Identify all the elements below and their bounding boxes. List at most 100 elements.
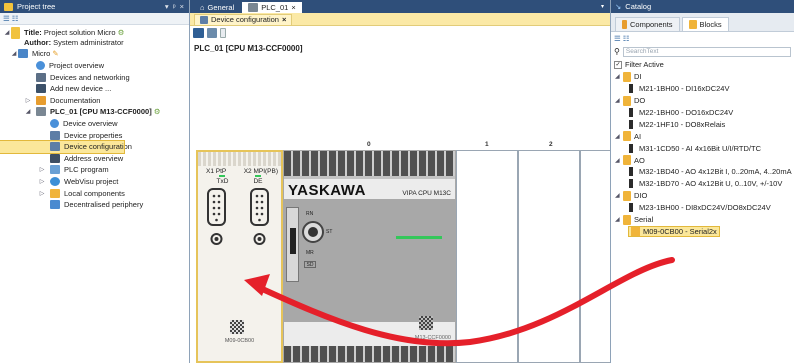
close-icon[interactable]: × [291, 3, 295, 12]
tree-item-micro[interactable]: ◢ Micro ✎ [0, 48, 189, 60]
close-icon[interactable]: × [282, 15, 286, 24]
tree-item-devices-networking[interactable]: Devices and networking [0, 71, 189, 83]
catalog-group[interactable]: ◢ DO [611, 95, 794, 107]
sd-card-label: SD [304, 261, 316, 268]
image-view-icon[interactable] [207, 28, 217, 38]
address-icon [50, 153, 60, 163]
tree-item-address-overview[interactable]: Address overview [0, 153, 189, 165]
catalog-item-label: DIO [634, 191, 648, 201]
tab-label: Components [630, 20, 673, 29]
collapse-arrow-icon[interactable]: ◢ [615, 133, 623, 140]
module-icon [629, 179, 633, 189]
tab-menu-icon[interactable]: ▾ [601, 3, 610, 10]
search-input[interactable]: SearchText [622, 46, 791, 57]
led-icon [254, 175, 261, 177]
collapse-arrow-icon[interactable]: ◢ [615, 73, 623, 80]
checkbox-icon[interactable]: ✓ [614, 60, 622, 69]
tree-item-device-overview[interactable]: Device overview [0, 118, 189, 130]
port-sub-labels: TxD DE [198, 175, 281, 185]
catalog-list: ◢ DI M21-1BH00 - DI16xDC24V ◢ DO M22-1BH00 - … [611, 71, 794, 237]
tab-components[interactable]: Components [615, 17, 680, 31]
collapse-arrow-icon[interactable]: ◢ [615, 97, 623, 104]
catalog-item[interactable]: M21-1BH00 - DI16xDC24V [611, 83, 794, 95]
tree-item-documentation[interactable]: ▷ Documentation [0, 95, 189, 107]
catalog-item[interactable]: M09-0CB00 - Serial2x [611, 225, 794, 237]
tree-label: PLC_01 [CPU M13-CCF0000] [50, 107, 152, 117]
project-tree-panel: Project tree ▾ ᵖ × ☰ ☷ ◢ Title: Project … [0, 0, 190, 363]
configuration-icon [200, 15, 208, 24]
collapse-arrow-icon[interactable]: ◢ [615, 192, 623, 199]
tree-item-add-device[interactable]: Add new device ... [0, 83, 189, 95]
tab-plc01[interactable]: PLC_01 × [242, 2, 302, 13]
collapse-all-icon[interactable]: ☷ [12, 14, 19, 23]
slot-number: 2 [549, 141, 553, 148]
serial-connectors-icon [207, 188, 269, 245]
catalog-item[interactable]: M32-1BD70 - AO 4x12Bit U, 0..10V, +/-10V [611, 178, 794, 190]
catalog-item-label: AI [634, 131, 642, 141]
module-icon [629, 119, 633, 129]
catalog-item[interactable]: M22-1BH00 - DO16xDC24V [611, 107, 794, 119]
module-ventilation [198, 152, 281, 166]
catalog-item[interactable]: M32-1BD40 - AO 4x12Bit I, 0..20mA, 4..20… [611, 166, 794, 178]
expand-all-icon[interactable]: ☰ [614, 34, 621, 43]
folder-icon [623, 190, 631, 201]
tab-general[interactable]: ⌂ General [194, 2, 240, 13]
tree-item-webvisu[interactable]: ▷ WebVisu project [0, 176, 189, 188]
catalog-group[interactable]: ◢ DI [611, 71, 794, 83]
tree-item-device-configuration[interactable]: Device configuration [0, 139, 132, 154]
tab-blocks[interactable]: Blocks [681, 17, 729, 31]
empty-slot-2[interactable] [518, 150, 580, 363]
expand-arrow-icon[interactable]: ▷ [38, 190, 46, 197]
catalog-group[interactable]: ◢ DIO [611, 190, 794, 202]
tree-item-plc-program[interactable]: ▷ PLC program [0, 164, 189, 176]
project-tree-header: Project tree ▾ ᵖ × [0, 0, 189, 13]
serial-module[interactable]: X1 PtP X2 MPI(PB) TxD DE M09-0CB00 [196, 150, 283, 363]
tree-item-plc01[interactable]: ◢ PLC_01 [CPU M13-CCF0000] ⚙ [0, 106, 189, 118]
sub-tabs: Device configuration × [190, 13, 610, 26]
catalog-group[interactable]: ◢ AI [611, 130, 794, 142]
status-bar-led [396, 236, 442, 239]
module-icon [629, 108, 633, 117]
expand-arrow-icon[interactable]: ▷ [24, 97, 32, 104]
expand-all-icon[interactable]: ☰ [3, 14, 10, 23]
project-tree-title: Project tree [17, 2, 56, 11]
collapse-arrow-icon[interactable]: ◢ [3, 29, 11, 36]
expand-arrow-icon[interactable]: ▷ [38, 166, 46, 173]
collapse-arrow-icon[interactable]: ◢ [10, 50, 18, 57]
catalog-group[interactable]: ◢ AO [611, 154, 794, 166]
port1-led: TxD [217, 175, 228, 185]
empty-slot-1[interactable] [456, 150, 518, 363]
expand-arrow-icon[interactable]: ▷ [38, 178, 46, 185]
port2-sub-label: DE [253, 178, 263, 185]
collapse-all-icon[interactable]: ☷ [623, 34, 630, 43]
panel-pin-close-icons[interactable]: ▾ ᵖ × [165, 2, 185, 11]
catalog-item-label: M21-1BH00 - DI16xDC24V [639, 84, 730, 94]
tree-item-decentralised-periphery[interactable]: Decentralised periphery [0, 199, 189, 211]
catalog-group[interactable]: ◢ Serial [611, 214, 794, 226]
selected-catalog-item[interactable]: M09-0CB00 - Serial2x [628, 225, 720, 237]
catalog-item[interactable]: M31-1CD50 - AI 4x16Bit U/I/RTD/TC [611, 142, 794, 154]
cpu-bottom-ventilation [284, 346, 455, 362]
collapse-arrow-icon[interactable]: ◢ [615, 216, 623, 223]
cpu-branding: YASKAWA VIPA CPU M13C [284, 179, 455, 199]
tree-label: Documentation [50, 95, 101, 105]
catalog-item[interactable]: M23-1BH00 - DI8xDC24V/DO8xDC24V [611, 202, 794, 214]
tree-label: Local components [64, 188, 125, 198]
editor-panel: ⌂ General PLC_01 × ▾ Device configuratio… [190, 0, 610, 363]
folder-icon [623, 131, 631, 142]
device-view-icon[interactable] [193, 28, 204, 38]
author-label: Author: [24, 37, 52, 47]
tree-label: Device configuration [64, 142, 132, 152]
empty-slot-3[interactable] [580, 150, 610, 363]
document-icon[interactable] [220, 28, 226, 38]
tree-item-local-components[interactable]: ▷ Local components [0, 187, 189, 199]
tree-item-device-properties[interactable]: Device properties [0, 129, 189, 141]
tab-device-configuration[interactable]: Device configuration × [194, 13, 293, 25]
cpu-module[interactable]: YASKAWA VIPA CPU M13C RN ST MR SD M13-CC… [283, 150, 456, 363]
catalog-item[interactable]: M22-1HF10 - DO8xRelais [611, 118, 794, 130]
filter-active-row[interactable]: ✓ Filter Active [611, 59, 794, 71]
collapse-arrow-icon[interactable]: ◢ [24, 108, 32, 115]
tree-item-project-overview[interactable]: Project overview [0, 60, 189, 72]
collapse-arrow-icon[interactable]: ◢ [615, 157, 623, 164]
port2-led: DE [253, 175, 262, 185]
